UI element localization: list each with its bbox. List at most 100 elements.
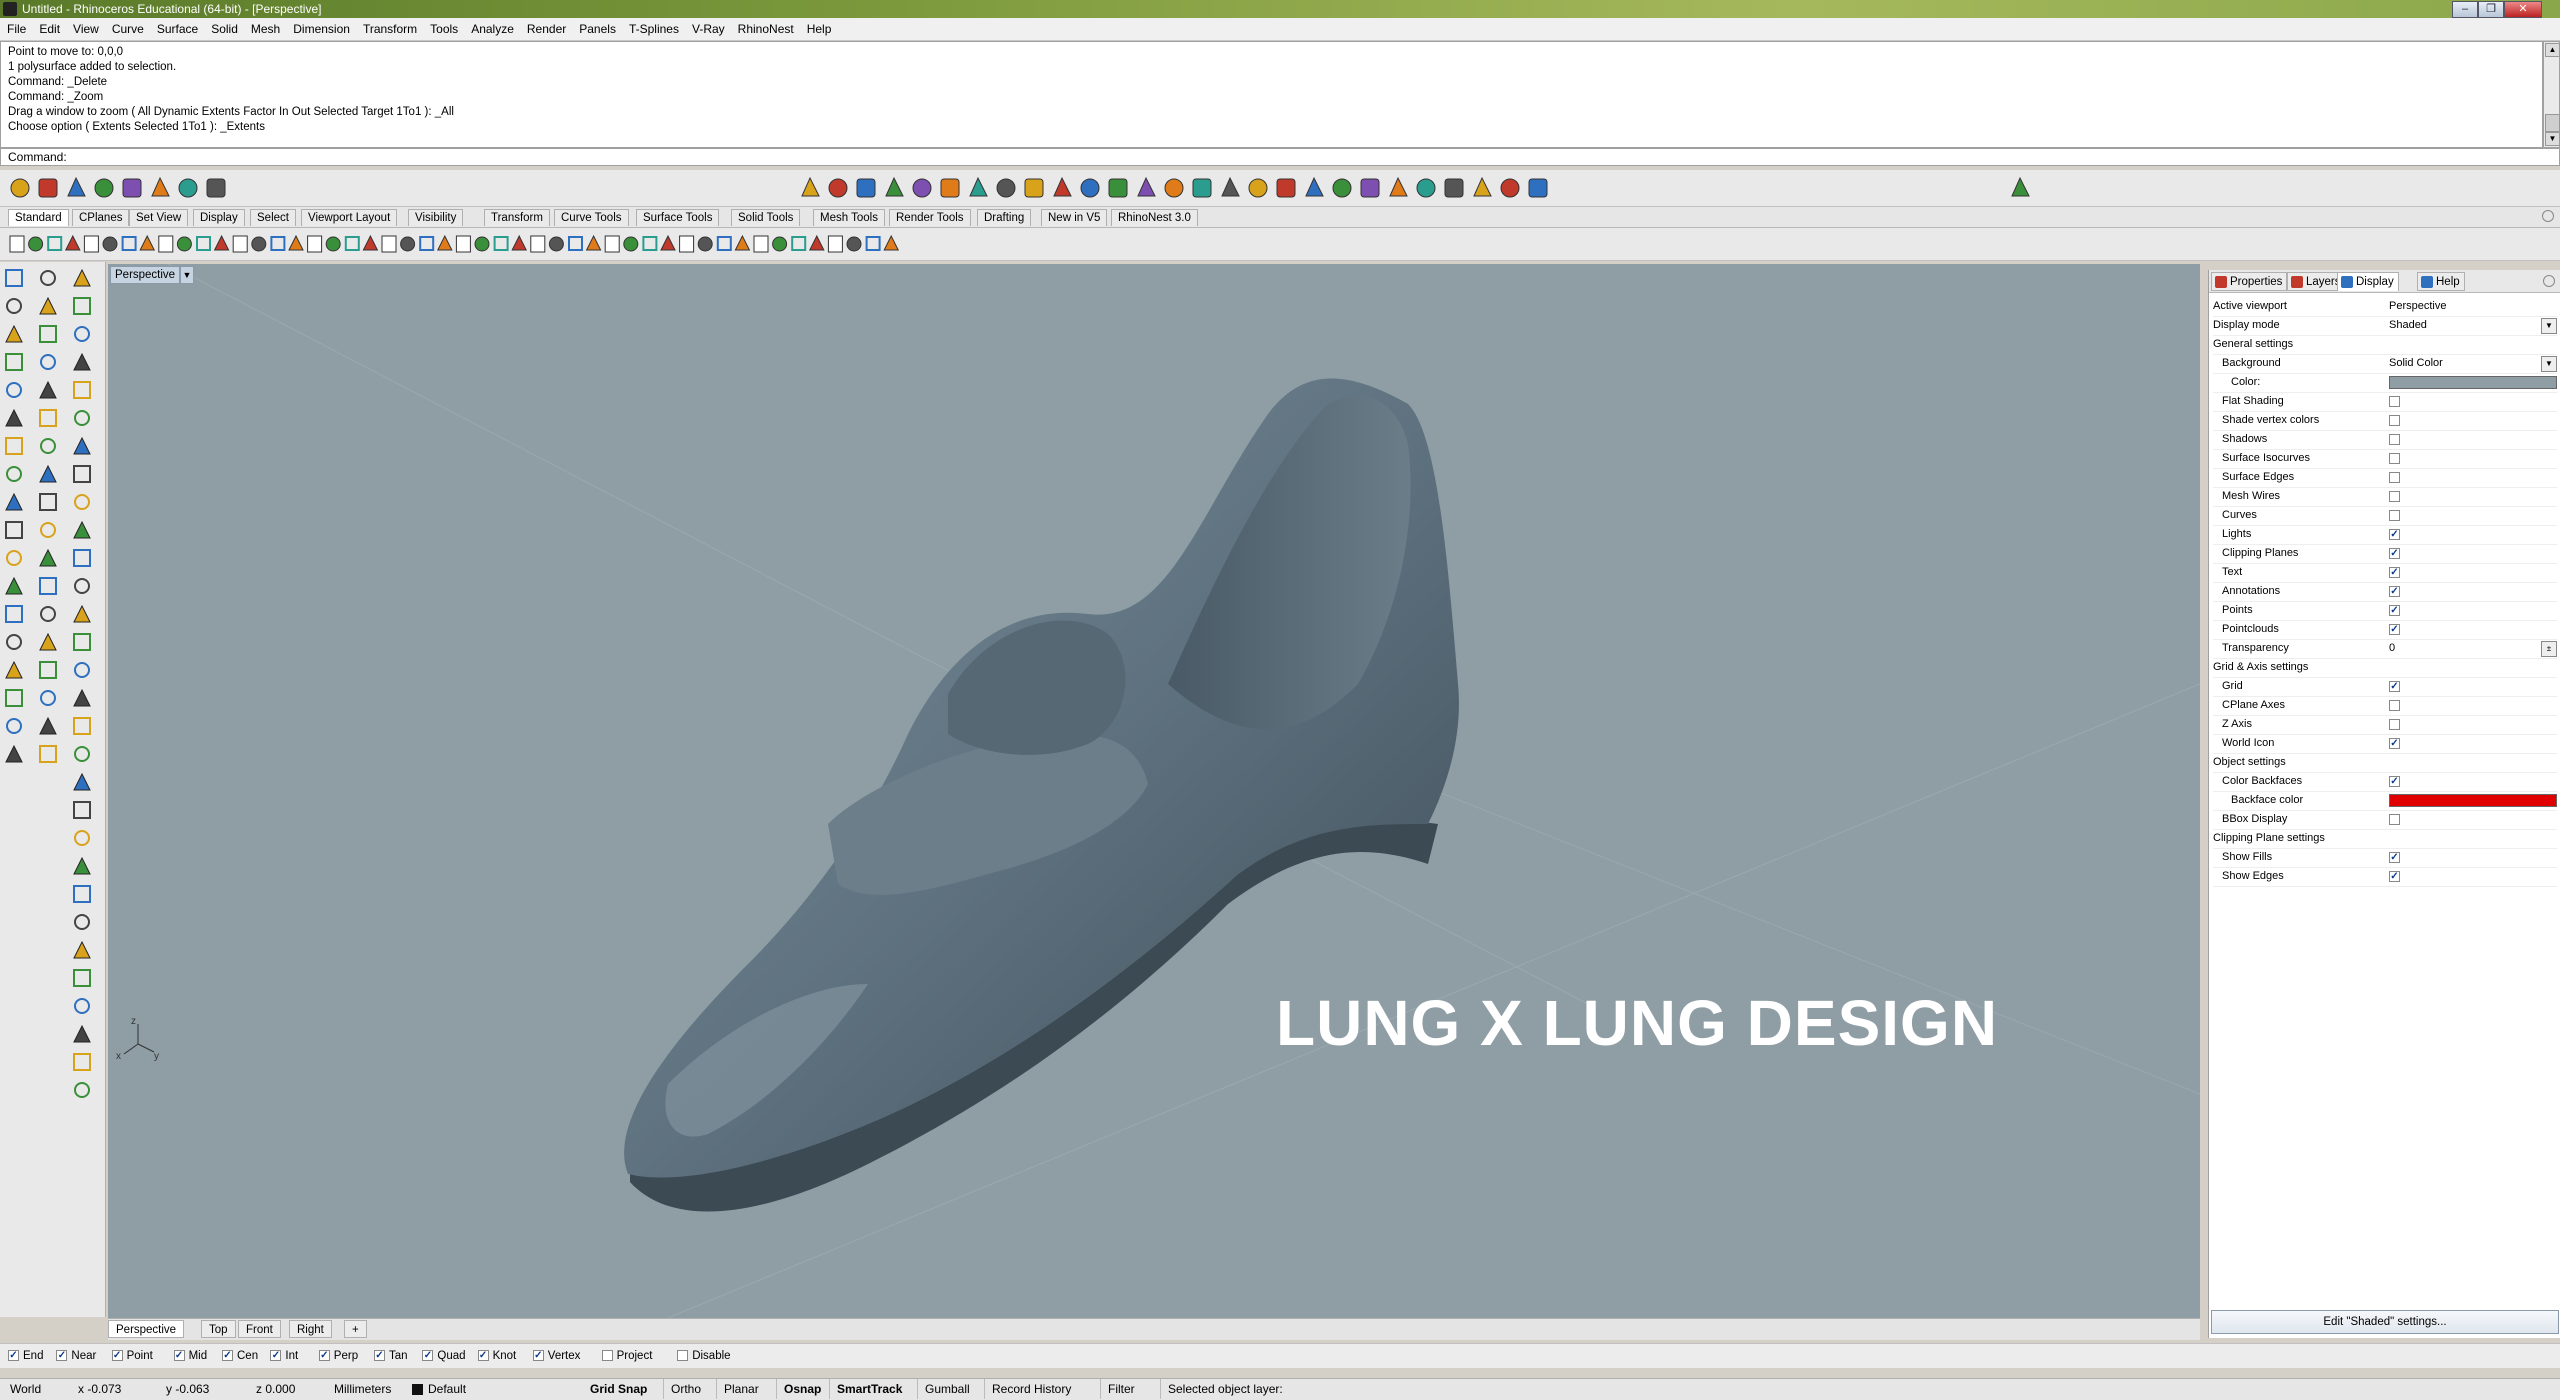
left-tool-icon[interactable]: [5, 492, 23, 511]
toolbar-icon[interactable]: [1473, 176, 1492, 197]
toolbar-icon[interactable]: [1053, 176, 1072, 197]
left-tool-icon[interactable]: [73, 772, 91, 791]
toolbar-tab-curve-tools[interactable]: Curve Tools: [554, 209, 629, 226]
toolbar-tab-display[interactable]: Display: [193, 209, 245, 226]
toolbar-icon[interactable]: [801, 176, 820, 197]
left-tool-icon[interactable]: [39, 661, 57, 679]
scroll-up-icon[interactable]: ▲: [2545, 43, 2560, 57]
standard-tool-icon[interactable]: [102, 236, 118, 252]
left-tool-icon[interactable]: [39, 380, 57, 399]
color-swatch[interactable]: [2389, 376, 2557, 389]
left-tool-icon[interactable]: [39, 632, 57, 651]
standard-tool-icon[interactable]: [697, 236, 713, 252]
toolbar-icon[interactable]: [1500, 178, 1520, 198]
checkbox[interactable]: ✓: [56, 1350, 68, 1361]
toolbar-tab-transform[interactable]: Transform: [484, 209, 550, 226]
standard-tool-icon[interactable]: [288, 234, 304, 251]
display-row-color-backfaces[interactable]: Color Backfaces ✓: [2213, 772, 2557, 792]
checkbox[interactable]: ✓: [2389, 871, 2400, 882]
standard-tool-icon[interactable]: [753, 235, 769, 253]
menu-analyze[interactable]: Analyze: [464, 18, 520, 36]
left-tool-icon[interactable]: [5, 689, 23, 707]
left-tool-icon[interactable]: [5, 576, 23, 595]
display-row-surface-isocurves[interactable]: Surface Isocurves: [2213, 449, 2557, 469]
standard-tool-icon[interactable]: [808, 234, 825, 251]
left-tool-icon[interactable]: [5, 408, 23, 427]
standard-tool-icon[interactable]: [865, 236, 881, 251]
toolbar-icon[interactable]: [1192, 178, 1212, 198]
display-row-background[interactable]: Background Solid Color ▼: [2213, 354, 2557, 374]
toolbar-icon[interactable]: [1528, 178, 1548, 198]
left-tool-icon[interactable]: [73, 297, 91, 315]
left-tool-icon[interactable]: [6, 382, 22, 398]
left-tool-icon[interactable]: [74, 998, 90, 1014]
toolbar-icon[interactable]: [1332, 178, 1352, 198]
left-tool-icon[interactable]: [73, 520, 91, 539]
checkbox[interactable]: ✓: [532, 1350, 544, 1361]
standard-tool-icon[interactable]: [530, 235, 546, 253]
menu-transform[interactable]: Transform: [356, 18, 423, 36]
left-tool-icon[interactable]: [74, 746, 90, 762]
left-tool-icon[interactable]: [5, 744, 23, 763]
checkbox[interactable]: [2389, 719, 2400, 730]
checkbox[interactable]: ✓: [422, 1350, 434, 1361]
standard-tool-icon[interactable]: [139, 234, 156, 251]
checkbox[interactable]: ✓: [2389, 738, 2400, 749]
display-row-clipping-planes[interactable]: Clipping Planes ✓: [2213, 544, 2557, 564]
toggle-grid-snap[interactable]: Grid Snap: [590, 1382, 647, 1397]
toolbar-icon[interactable]: [38, 178, 58, 198]
toolbar-icon[interactable]: [969, 176, 988, 197]
menu-render[interactable]: Render: [520, 18, 572, 36]
toggle-gumball[interactable]: Gumball: [925, 1382, 970, 1397]
toolbar-icon[interactable]: [1389, 176, 1408, 197]
standard-tool-icon[interactable]: [176, 236, 192, 252]
view-tab-front[interactable]: Front: [238, 1320, 281, 1338]
checkbox[interactable]: ✓: [173, 1350, 185, 1361]
left-tool-icon[interactable]: [39, 716, 57, 735]
display-row-z-axis[interactable]: Z Axis: [2213, 715, 2557, 735]
left-tool-icon[interactable]: [40, 690, 56, 706]
left-tool-icon[interactable]: [73, 717, 91, 735]
toolbar-icon[interactable]: [828, 178, 848, 198]
menu-edit[interactable]: Edit: [32, 18, 66, 36]
toolbar-tab-visibility[interactable]: Visibility: [408, 209, 464, 226]
view-tab-top[interactable]: Top: [201, 1320, 236, 1338]
menu-panels[interactable]: Panels: [572, 18, 622, 36]
toolbar-tabs-gear-icon[interactable]: [2542, 210, 2554, 222]
display-row-annotations[interactable]: Annotations ✓: [2213, 582, 2557, 602]
standard-tool-icon[interactable]: [455, 235, 471, 253]
left-tool-icon[interactable]: [73, 604, 91, 623]
minimize-button[interactable]: –: [2452, 1, 2478, 18]
edit-shaded-settings-button[interactable]: Edit "Shaded" settings...: [2211, 1310, 2559, 1334]
display-row-backface-color[interactable]: Backface color: [2213, 791, 2557, 811]
left-tool-icon[interactable]: [73, 633, 91, 651]
standard-tool-icon[interactable]: [734, 234, 751, 251]
toolbar-icon[interactable]: [151, 176, 170, 197]
standard-tool-icon[interactable]: [270, 236, 286, 251]
checkbox[interactable]: [2389, 434, 2400, 445]
menu-dimension[interactable]: Dimension: [286, 18, 356, 36]
standard-tool-icon[interactable]: [121, 236, 137, 251]
command-history-scrollbar[interactable]: ▲ ▼: [2543, 41, 2560, 148]
toggle-planar[interactable]: Planar: [724, 1382, 759, 1397]
checkbox[interactable]: [2389, 472, 2400, 483]
toolbar-tab-solid-tools[interactable]: Solid Tools: [731, 209, 801, 226]
left-tool-icon[interactable]: [5, 605, 23, 623]
left-tool-icon[interactable]: [5, 353, 23, 371]
left-tool-icon[interactable]: [74, 914, 90, 930]
left-tool-icon[interactable]: [73, 856, 91, 875]
left-tool-icon[interactable]: [74, 326, 90, 342]
toolbar-icon[interactable]: [1444, 178, 1464, 198]
toolbar-icon[interactable]: [10, 178, 30, 198]
toolbar-tab-surface-tools[interactable]: Surface Tools: [636, 209, 720, 226]
left-tool-icon[interactable]: [39, 493, 57, 511]
standard-tool-icon[interactable]: [83, 235, 99, 253]
spinner-icon[interactable]: ±: [2541, 641, 2557, 657]
standard-tool-icon[interactable]: [9, 235, 25, 253]
toolbar-icon[interactable]: [1024, 178, 1044, 198]
toolbar-icon[interactable]: [856, 178, 876, 198]
row-value[interactable]: Shaded: [2389, 316, 2427, 335]
checkbox[interactable]: ✓: [2389, 624, 2400, 635]
standard-tool-icon[interactable]: [213, 234, 230, 251]
standard-tool-icon[interactable]: [362, 234, 379, 251]
